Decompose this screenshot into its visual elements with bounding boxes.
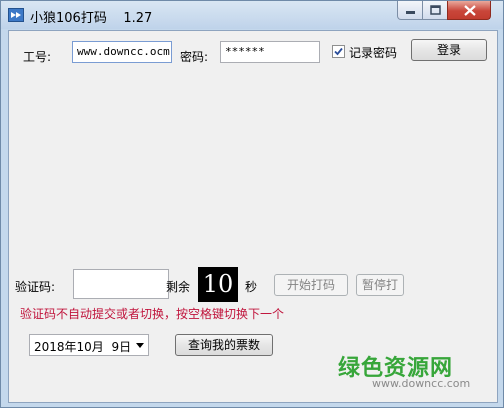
pause-captcha-button[interactable]: 暂停打 [356,274,404,296]
window-title: 小狼106打码 1.27 [30,11,153,26]
date-picker[interactable]: 2018年10月 9日 [29,334,149,356]
watermark-url: www.downcc.com [372,377,471,390]
remaining-label: 剩余 [166,280,191,294]
id-input[interactable]: www.downcc.ocm [72,41,172,63]
client-area: 工号: www.downcc.ocm 密码: ****** 记录密码 登录 验证… [8,30,498,403]
remember-password-label[interactable]: 记录密码 [349,44,397,61]
password-input[interactable]: ****** [220,41,320,63]
captcha-input[interactable] [73,269,169,299]
chevron-down-icon[interactable] [136,343,144,348]
query-tickets-button[interactable]: 查询我的票数 [175,334,273,356]
login-button[interactable]: 登录 [411,39,487,61]
date-value: 2018年10月 9日 [34,340,132,354]
countdown-display: 10 [198,267,238,302]
app-window: 小狼106打码 1.27 工号: www.downcc.ocm 密码: ****… [0,0,504,408]
seconds-label: 秒 [245,280,258,294]
password-label: 密码: [180,50,209,64]
minimize-button[interactable] [397,1,423,20]
captcha-warning-text: 验证码不自动提交或者切换，按空格键切换下一个 [20,307,285,321]
captcha-label: 验证码: [15,280,56,294]
maximize-button[interactable] [422,1,448,20]
app-icon [8,8,24,22]
id-label: 工号: [23,50,52,64]
title-bar[interactable]: 小狼106打码 1.27 [1,1,503,29]
checkmark-icon [334,47,343,56]
start-captcha-button[interactable]: 开始打码 [274,274,348,296]
remember-password-checkbox[interactable] [332,45,345,58]
close-button[interactable] [447,1,491,20]
